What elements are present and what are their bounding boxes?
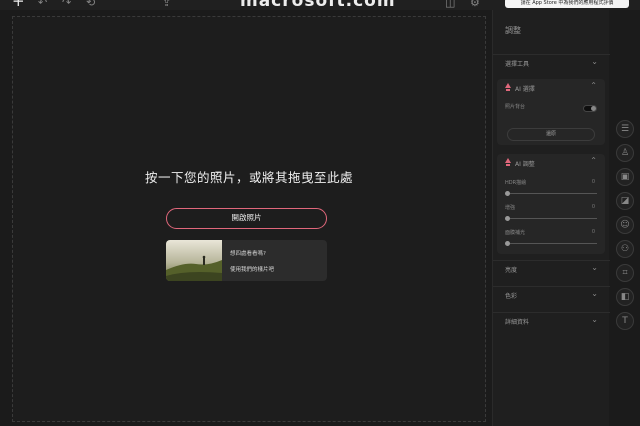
chevron-down-icon: ⌄ — [591, 263, 598, 272]
photo-drop-area[interactable]: 按一下您的照片，或將其拖曳至此處 開啟照片 想四處看看嗎? 使用我們的樣片吧 — [12, 16, 486, 422]
portrait-icon[interactable]: ♙ — [616, 144, 634, 162]
color-circles-icon[interactable]: ⚇ — [616, 240, 634, 258]
sample-thumbnail — [166, 240, 222, 281]
open-photo-button[interactable]: 開啟照片 — [166, 208, 327, 229]
reset-icon[interactable]: ⟲ — [86, 0, 95, 9]
share-icon[interactable]: ⇪ — [162, 0, 171, 9]
section-label: 選擇工具 — [505, 61, 530, 68]
sliders-icon[interactable]: ☰ — [616, 120, 634, 138]
adjust-row-value: 0 — [591, 229, 595, 235]
ai-icon — [505, 83, 511, 91]
ai-adjust-title: AI 調整 — [515, 161, 535, 168]
adjust-row-label: 增強 — [505, 205, 516, 211]
section-label: 色彩 — [505, 293, 518, 300]
section-color[interactable]: 色彩 ⌄ — [493, 286, 610, 304]
redo-icon[interactable]: ↷ — [62, 0, 71, 9]
ai-adjust-card: AI 調整 ⌃ HDR描繪 0 增強 0 面膜補光 0 — [497, 154, 605, 254]
chevron-down-icon: ⌄ — [591, 57, 598, 66]
tool-strip: ☰ ♙ ▣ ◪ ☺ ⚇ ⌗ ◧ T — [610, 120, 640, 340]
slider-knob[interactable] — [505, 216, 510, 221]
enhance-slider[interactable] — [505, 216, 597, 221]
panel-title: 調整 — [505, 26, 521, 35]
ai-select-title: AI 選擇 — [515, 86, 535, 93]
photo-bg-toggle[interactable] — [583, 105, 597, 112]
crop-icon[interactable]: ⌗ — [616, 264, 634, 282]
appstore-rating-button[interactable]: 請在 App Store 中為我們的應用程式評價 — [505, 0, 629, 8]
top-toolbar: + ↶ ↷ ⟲ ⇪ macrosoft.com ◫ ⚙ 請在 App Store… — [0, 0, 640, 11]
chevron-down-icon: ⌄ — [591, 315, 598, 324]
section-brightness[interactable]: 亮度 ⌄ — [493, 260, 610, 278]
hdr-slider[interactable] — [505, 191, 597, 196]
adjust-row-label: HDR描繪 — [505, 180, 527, 186]
plus-icon[interactable]: + — [12, 0, 25, 9]
image-icon[interactable]: ▣ — [616, 168, 634, 186]
face-icon[interactable]: ☺ — [616, 216, 634, 234]
undo-icon[interactable]: ↶ — [38, 0, 47, 9]
chevron-up-icon[interactable]: ⌃ — [590, 156, 597, 165]
ai-icon — [505, 158, 511, 166]
chevron-up-icon[interactable]: ⌃ — [590, 81, 597, 90]
section-label: 詳細資料 — [505, 319, 530, 326]
app-window: + ↶ ↷ ⟲ ⇪ macrosoft.com ◫ ⚙ 請在 App Store… — [0, 0, 640, 426]
adjust-row-label: 面膜補光 — [505, 230, 526, 236]
sample-question: 想四處看看嗎? — [230, 251, 266, 257]
adjust-panel: 調整 選擇工具 ⌄ AI 選擇 ⌃ 照片背台 還原 AI 調整 ⌃ HDR描繪 … — [492, 10, 610, 426]
section-label: 亮度 — [505, 267, 518, 274]
section-selection-tools[interactable]: 選擇工具 ⌄ — [493, 54, 610, 72]
drop-instruction: 按一下您的照片，或將其拖曳至此處 — [144, 170, 353, 185]
restore-button[interactable]: 還原 — [507, 128, 595, 141]
app-title: macrosoft.com — [240, 0, 396, 11]
adjust-row-value: 0 — [591, 179, 595, 185]
layers-icon[interactable]: ◧ — [616, 288, 634, 306]
sample-link[interactable]: 使用我們的樣片吧 — [230, 265, 274, 273]
compare-icon[interactable]: ◫ — [445, 0, 455, 9]
chevron-down-icon: ⌄ — [591, 289, 598, 298]
text-icon[interactable]: T — [616, 312, 634, 330]
sample-photos-card[interactable]: 想四處看看嗎? 使用我們的樣片吧 — [166, 240, 327, 281]
ai-select-card: AI 選擇 ⌃ 照片背台 還原 — [497, 79, 605, 145]
fill-light-slider[interactable] — [505, 241, 597, 246]
settings-icon[interactable]: ⚙ — [470, 0, 480, 9]
adjust-row-value: 0 — [591, 204, 595, 210]
crop-square-icon[interactable]: ◪ — [616, 192, 634, 210]
photo-bg-label: 照片背台 — [505, 104, 526, 110]
slider-knob[interactable] — [505, 191, 510, 196]
slider-knob[interactable] — [505, 241, 510, 246]
section-details[interactable]: 詳細資料 ⌄ — [493, 312, 610, 330]
